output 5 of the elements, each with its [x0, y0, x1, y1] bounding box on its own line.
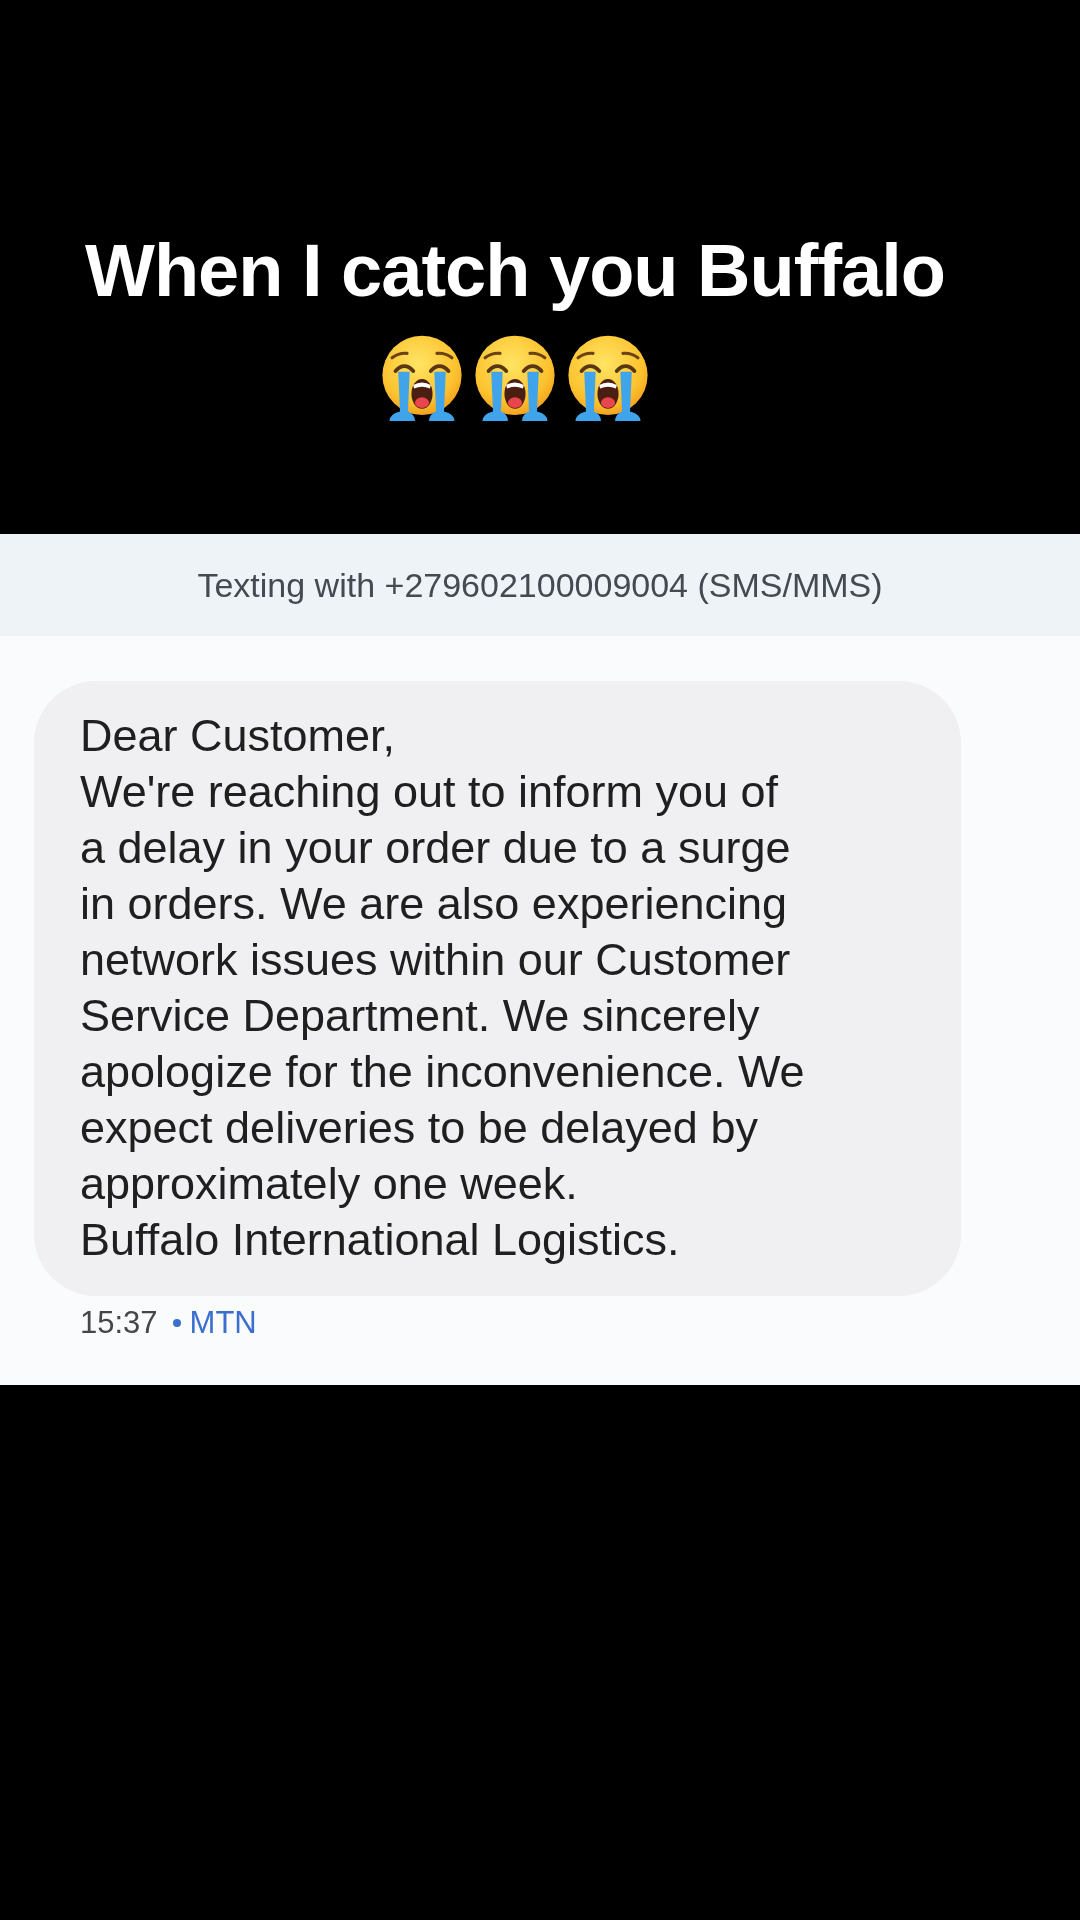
message-text: Dear Customer, We're reaching out to inform you of a delay in your order due to a surge in orders. We are also experiencing network issues within our Customer Service Department. We sincerely apologize for the inconvenience. We expect deliveries to be delayed by approximately one week. Buffalo International Logistics.	[80, 709, 806, 1267]
separator-dot-icon	[172, 1318, 181, 1327]
message-time: 15:37	[80, 1304, 158, 1341]
carrier-label: MTN	[189, 1304, 257, 1341]
conversation-header-text: Texting with +279602100009004 (SMS/MMS)	[197, 565, 883, 605]
